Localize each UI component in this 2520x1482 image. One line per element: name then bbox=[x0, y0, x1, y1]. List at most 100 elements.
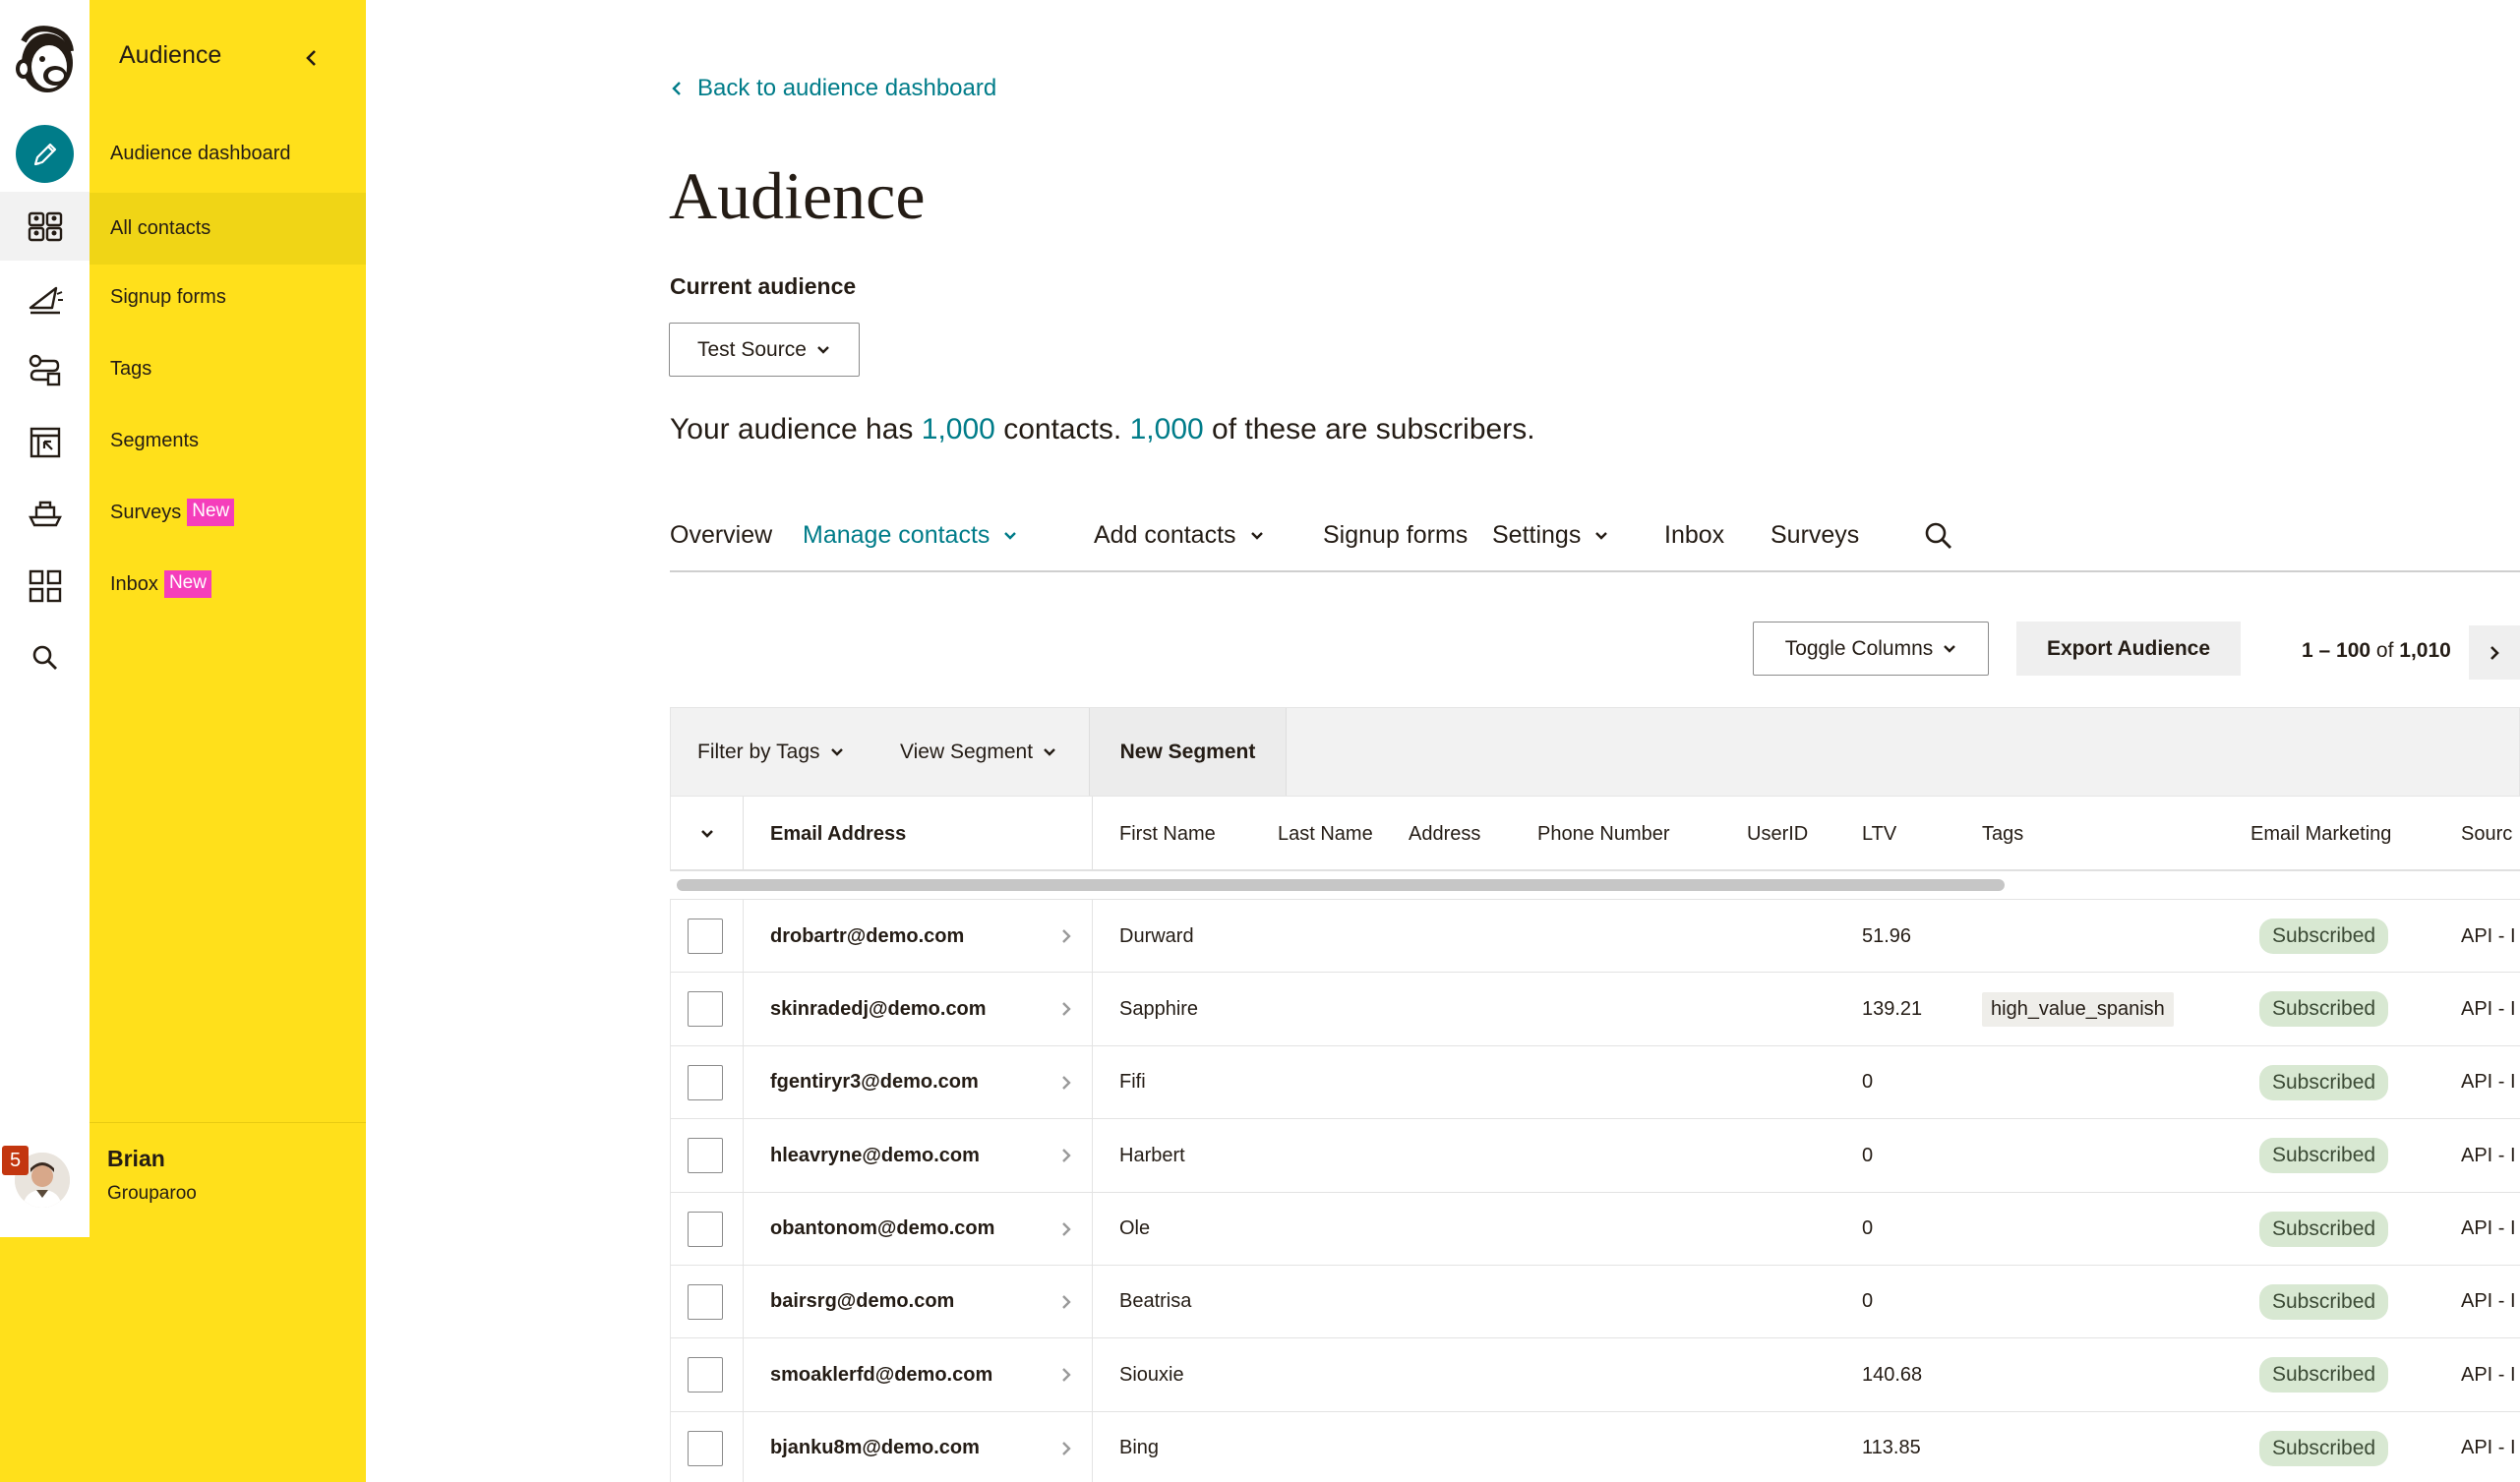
email-cell[interactable]: drobartr@demo.com bbox=[770, 900, 964, 973]
campaigns-icon[interactable] bbox=[22, 275, 69, 323]
sidebar-item-segments[interactable]: Segments bbox=[90, 409, 366, 472]
row-checkbox[interactable] bbox=[688, 1064, 723, 1100]
tab-overview[interactable]: Overview bbox=[670, 521, 772, 550]
email-cell[interactable]: fgentiryr3@demo.com bbox=[770, 1046, 979, 1119]
column-header-userid[interactable]: UserID bbox=[1747, 797, 1808, 871]
table-row[interactable]: obantonom@demo.com Ole 0 Subscribed API … bbox=[670, 1191, 2520, 1266]
column-header-ltv[interactable]: LTV bbox=[1862, 797, 1896, 871]
table-row[interactable]: skinradedj@demo.com Sapphire 139.21 high… bbox=[670, 972, 2520, 1046]
website-icon[interactable] bbox=[22, 419, 69, 466]
chevron-right-icon[interactable] bbox=[1059, 1291, 1073, 1313]
chevron-right-icon[interactable] bbox=[1059, 1072, 1073, 1094]
sidebar-item-audience-dashboard[interactable]: Audience dashboard bbox=[90, 122, 366, 185]
sidebar-item-signup-forms[interactable]: Signup forms bbox=[90, 266, 366, 328]
chevron-right-icon[interactable] bbox=[1059, 1145, 1073, 1166]
column-header-last-name[interactable]: Last Name bbox=[1278, 797, 1373, 871]
source-cell: API - I bbox=[2461, 1144, 2516, 1166]
new-segment-button[interactable]: New Segment bbox=[1089, 708, 1287, 796]
back-to-dashboard-link[interactable]: Back to audience dashboard bbox=[670, 75, 996, 102]
chevron-right-icon[interactable] bbox=[1059, 1364, 1073, 1386]
chevron-down-icon bbox=[1944, 644, 1956, 653]
next-page-button[interactable] bbox=[2469, 625, 2520, 680]
notification-badge[interactable]: 5 bbox=[2, 1146, 29, 1175]
automations-icon[interactable] bbox=[22, 347, 69, 394]
search-icon[interactable] bbox=[22, 634, 69, 682]
row-checkbox[interactable] bbox=[688, 1283, 723, 1320]
column-divider bbox=[743, 1192, 744, 1266]
column-divider bbox=[743, 900, 744, 973]
source-cell: API - I bbox=[2461, 1217, 2516, 1240]
tab-inbox[interactable]: Inbox bbox=[1664, 521, 1724, 550]
table-row[interactable]: drobartr@demo.com Durward 51.96 Subscrib… bbox=[670, 899, 2520, 973]
column-divider bbox=[743, 797, 744, 871]
column-header-first-name[interactable]: First Name bbox=[1119, 797, 1216, 871]
rail-footer-fill bbox=[0, 1237, 90, 1482]
tab-manage-contacts[interactable]: Manage contacts bbox=[803, 521, 1017, 550]
sidebar-item-inbox[interactable]: Inbox New bbox=[90, 553, 366, 616]
select-all-chevron-icon[interactable] bbox=[671, 797, 743, 871]
tag-chip[interactable]: high_value_spanish bbox=[1982, 991, 2174, 1027]
email-cell[interactable]: hleavryne@demo.com bbox=[770, 1119, 980, 1192]
column-header-email[interactable]: Email Address bbox=[770, 797, 906, 871]
create-pencil-icon[interactable] bbox=[16, 125, 74, 183]
search-icon[interactable] bbox=[1922, 519, 1955, 553]
tab-add-contacts[interactable]: Add contacts bbox=[1094, 521, 1264, 550]
table-row[interactable]: hleavryne@demo.com Harbert 0 Subscribed … bbox=[670, 1118, 2520, 1193]
column-header-source[interactable]: Sourc bbox=[2461, 797, 2512, 871]
chevron-right-icon[interactable] bbox=[1059, 1438, 1073, 1459]
row-checkbox[interactable] bbox=[688, 1138, 723, 1174]
toggle-columns-button[interactable]: Toggle Columns bbox=[1753, 622, 1989, 676]
email-cell[interactable]: bjanku8m@demo.com bbox=[770, 1412, 980, 1482]
tab-surveys[interactable]: Surveys bbox=[1770, 521, 1859, 550]
table-row[interactable]: bjanku8m@demo.com Bing 113.85 Subscribed… bbox=[670, 1410, 2520, 1482]
freddie-logo-icon[interactable] bbox=[10, 22, 81, 100]
new-badge: New bbox=[163, 570, 211, 598]
table-row[interactable]: bairsrg@demo.com Beatrisa 0 Subscribed A… bbox=[670, 1264, 2520, 1338]
view-segment-button[interactable]: View Segment bbox=[900, 708, 1056, 796]
row-checkbox[interactable] bbox=[688, 919, 723, 954]
column-divider bbox=[743, 1045, 744, 1119]
table-row[interactable]: smoaklerfd@demo.com Siouxie 140.68 Subsc… bbox=[670, 1337, 2520, 1412]
tab-settings[interactable]: Settings bbox=[1492, 521, 1608, 550]
column-divider bbox=[1092, 900, 1093, 973]
tab-signup-forms[interactable]: Signup forms bbox=[1323, 521, 1468, 550]
row-checkbox[interactable] bbox=[688, 991, 723, 1028]
column-header-email-marketing[interactable]: Email Marketing bbox=[2250, 797, 2391, 871]
column-divider bbox=[743, 973, 744, 1046]
main-content: Back to audience dashboard Audience Curr… bbox=[366, 0, 2520, 1482]
chevron-right-icon[interactable] bbox=[1059, 925, 1073, 947]
column-divider bbox=[1092, 1338, 1093, 1412]
email-cell[interactable]: bairsrg@demo.com bbox=[770, 1266, 954, 1338]
sidebar-divider bbox=[90, 1122, 366, 1123]
integrations-icon[interactable] bbox=[22, 563, 69, 610]
column-header-phone[interactable]: Phone Number bbox=[1537, 797, 1670, 871]
account-menu[interactable]: Brian Grouparoo bbox=[90, 1126, 366, 1237]
status-badge: Subscribed bbox=[2259, 1430, 2389, 1466]
scrollbar-thumb[interactable] bbox=[677, 879, 2005, 891]
export-audience-button[interactable]: Export Audience bbox=[2016, 622, 2241, 676]
content-icon[interactable] bbox=[22, 491, 69, 538]
row-checkbox[interactable] bbox=[688, 1430, 723, 1466]
sidebar-item-tags[interactable]: Tags bbox=[90, 337, 366, 400]
horizontal-scrollbar[interactable] bbox=[670, 871, 2520, 899]
row-checkbox[interactable] bbox=[688, 1357, 723, 1393]
audience-select[interactable]: Test Source bbox=[669, 323, 860, 377]
user-org: Grouparoo bbox=[107, 1183, 197, 1204]
email-cell[interactable]: smoaklerfd@demo.com bbox=[770, 1338, 992, 1411]
sidebar-item-all-contacts[interactable]: All contacts bbox=[90, 193, 366, 265]
row-checkbox[interactable] bbox=[688, 1211, 723, 1247]
email-cell[interactable]: obantonom@demo.com bbox=[770, 1193, 994, 1266]
collapse-chevron-icon[interactable] bbox=[299, 45, 325, 71]
email-cell[interactable]: skinradedj@demo.com bbox=[770, 973, 987, 1045]
column-header-address[interactable]: Address bbox=[1409, 797, 1480, 871]
table-row[interactable]: fgentiryr3@demo.com Fifi 0 Subscribed AP… bbox=[670, 1044, 2520, 1119]
filter-by-tags-button[interactable]: Filter by Tags bbox=[697, 708, 844, 796]
chevron-right-icon[interactable] bbox=[1059, 998, 1073, 1020]
chevron-down-icon bbox=[830, 747, 843, 756]
user-name: Brian bbox=[107, 1146, 165, 1171]
column-divider bbox=[1092, 1265, 1093, 1338]
audience-icon[interactable] bbox=[22, 204, 69, 251]
sidebar-item-surveys[interactable]: Surveys New bbox=[90, 481, 366, 544]
column-header-tags[interactable]: Tags bbox=[1982, 797, 2023, 871]
chevron-right-icon[interactable] bbox=[1059, 1218, 1073, 1240]
